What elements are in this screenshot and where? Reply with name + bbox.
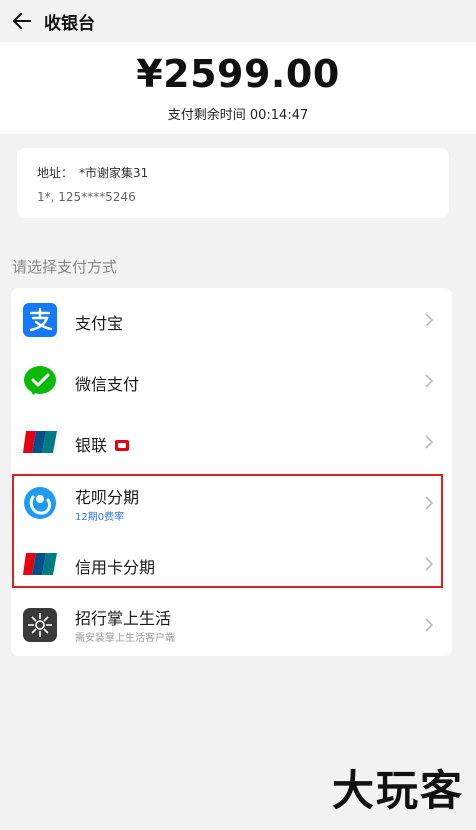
top-bar: 收银台	[0, 0, 476, 42]
payment-method-credit-installment[interactable]: 信用卡分期	[11, 534, 452, 595]
address-line: 地址： *市谢家集31	[37, 164, 148, 181]
chevron-right-icon	[425, 435, 434, 449]
address-value: *市谢家集31	[79, 166, 149, 180]
method-name-text: 银联	[75, 436, 108, 455]
cmb-life-icon	[23, 608, 57, 642]
payment-method-wechat[interactable]: 微信支付	[11, 351, 452, 412]
huabei-icon	[23, 486, 57, 520]
method-subtitle: 12期0费率	[75, 512, 125, 523]
method-name: 支付宝	[75, 314, 124, 333]
payment-method-huabei[interactable]: 花呗分期 12期0费率	[11, 473, 452, 534]
red-card-badge-icon	[115, 440, 130, 451]
method-name: 信用卡分期	[75, 558, 156, 577]
chevron-right-icon	[425, 496, 434, 510]
chevron-right-icon	[425, 374, 434, 388]
alipay-icon	[23, 303, 57, 337]
payment-section-title: 请选择支付方式	[12, 258, 118, 276]
page-title: 收银台	[44, 13, 95, 34]
unionpay-icon	[23, 547, 57, 581]
chevron-right-icon	[425, 618, 434, 632]
payment-method-alipay[interactable]: 支付宝	[11, 290, 452, 351]
payment-amount: ¥2599.00	[136, 52, 340, 96]
address-contact: 1*, 125****5246	[37, 190, 136, 204]
chevron-right-icon	[425, 313, 434, 327]
method-name: 银联	[75, 432, 130, 456]
method-name: 花呗分期	[75, 488, 140, 507]
unionpay-icon	[23, 425, 57, 459]
method-name: 招行掌上生活	[75, 609, 172, 628]
amount-section: ¥2599.00 支付剩余时间 00:14:47	[0, 42, 476, 134]
arrow-left-icon	[13, 13, 31, 29]
watermark: 大玩客	[331, 766, 464, 815]
payment-method-cmb-life[interactable]: 招行掌上生活 需安装掌上生活客户端	[11, 595, 452, 656]
address-card[interactable]: 地址： *市谢家集31 1*, 125****5246	[17, 148, 449, 218]
payment-method-unionpay[interactable]: 银联	[11, 412, 452, 473]
back-button[interactable]	[2, 0, 42, 42]
method-name: 微信支付	[75, 375, 140, 394]
chevron-right-icon	[425, 557, 434, 571]
method-subtitle: 需安装掌上生活客户端	[75, 633, 175, 644]
address-label: 地址：	[37, 166, 74, 180]
wechat-pay-icon	[23, 364, 57, 398]
payment-method-list: 支付宝 微信支付 银联 花呗分期 12期0费率 信用卡分期 招行掌上生活 需安装…	[11, 288, 452, 656]
payment-countdown: 支付剩余时间 00:14:47	[167, 108, 309, 123]
